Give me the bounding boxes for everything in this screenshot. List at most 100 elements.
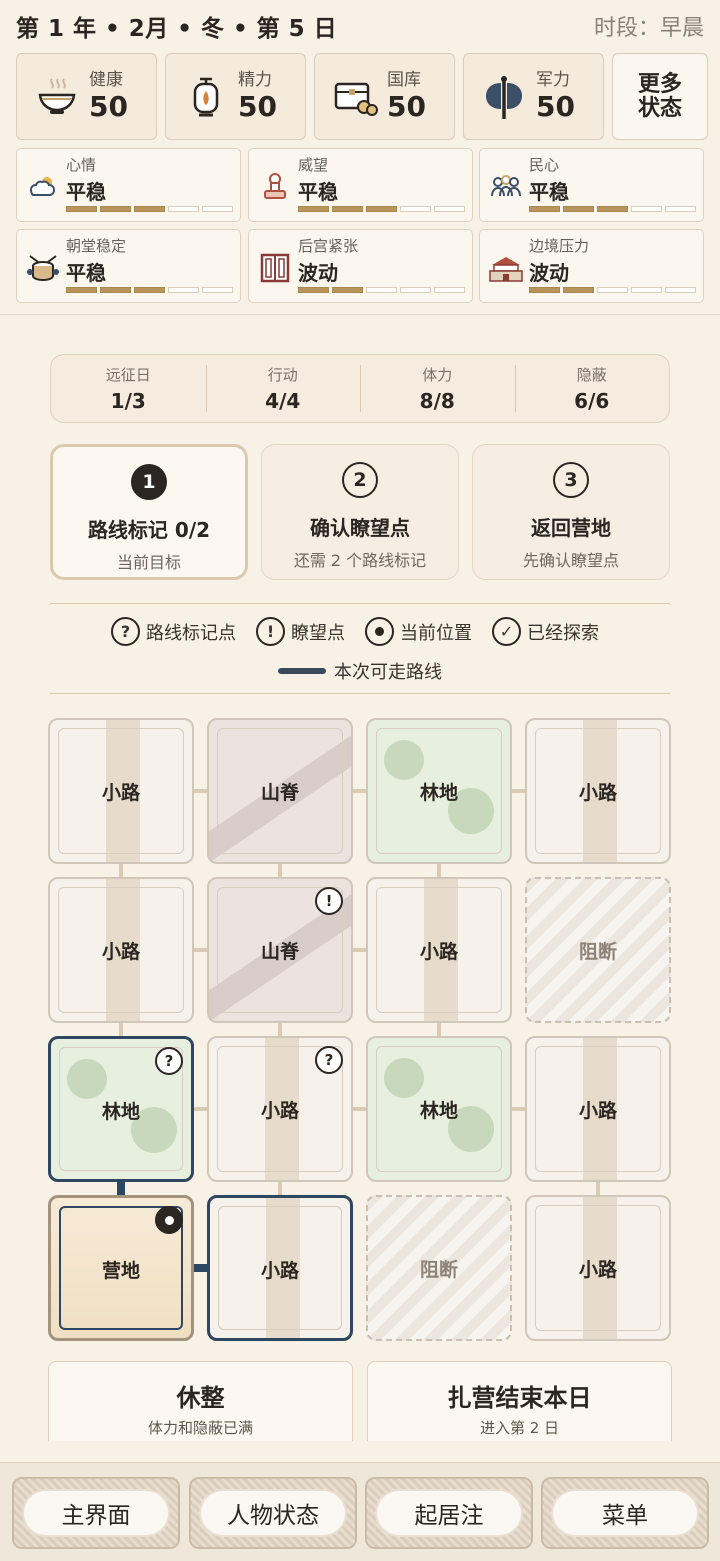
map-tile-blocked: 阻断: [525, 877, 671, 1023]
map-tile-road[interactable]: 小路: [525, 718, 671, 864]
expedition-status: 远征日 1/3 行动 4/4 体力 8/8 隐蔽 6/6: [50, 354, 670, 423]
map-tile-ridge[interactable]: 山脊!: [207, 877, 353, 1023]
legend-lookout: 瞭望点: [291, 622, 345, 644]
map-tile-forest[interactable]: 林地?: [48, 1036, 194, 1182]
status-value: 6/6: [574, 389, 610, 413]
map-legend: ? 路线标记点 ! 瞭望点 当前位置 ✓ 已经探索 本次可走路线: [50, 617, 670, 684]
objective-steps: 1 路线标记 0/2 当前目标 2 确认瞭望点 还需 2 个路线标记 3 返回营…: [50, 444, 670, 580]
drum-icon: [23, 248, 63, 288]
map-tile-road[interactable]: 小路?: [207, 1036, 353, 1182]
map-connector: [278, 1023, 282, 1036]
step-number: 1: [131, 464, 167, 500]
stat-energy[interactable]: 精力 50: [165, 53, 306, 140]
route-marker-icon: ?: [155, 1047, 183, 1075]
legend-divider-bottom: [50, 693, 670, 694]
mood-label: 威望: [298, 156, 329, 174]
mood-label: 朝堂稳定: [66, 237, 127, 255]
map-tile-road[interactable]: 小路: [48, 877, 194, 1023]
camp-end-day-button[interactable]: 扎营结束本日 进入第 2 日: [367, 1361, 672, 1441]
door-icon: [255, 248, 295, 288]
action-buttons: 休整 体力和隐蔽已满 扎营结束本日 进入第 2 日: [48, 1361, 672, 1441]
action-title: 扎营结束本日: [447, 1384, 592, 1412]
mood-level-bar: [298, 206, 465, 212]
mood-value: 波动: [529, 261, 569, 285]
current-position-icon: [155, 1206, 183, 1234]
stat-health[interactable]: 健康 50: [16, 53, 157, 140]
section-divider: [0, 314, 720, 315]
map-connector: [353, 1107, 366, 1111]
legend-path: 本次可走路线: [334, 662, 442, 683]
map-tile-road[interactable]: 小路: [525, 1036, 671, 1182]
map-tile-camp[interactable]: 营地: [48, 1195, 194, 1341]
more-status-label: 更多 状态: [637, 72, 682, 121]
stat-military[interactable]: 军力 50: [463, 53, 604, 140]
map-connector: [278, 864, 282, 877]
status-stamina: 体力 8/8: [360, 355, 515, 422]
tile-name: 林地: [419, 1100, 458, 1122]
stat-health-label: 健康: [89, 70, 123, 90]
mood-level-bar: [298, 287, 465, 293]
status-day: 远征日 1/3: [51, 355, 206, 422]
mood-label: 民心: [529, 156, 560, 174]
tile-name: 林地: [101, 1101, 140, 1123]
more-status-button[interactable]: 更多 状态: [612, 53, 708, 140]
mood-card-border[interactable]: 边境压力 波动: [479, 229, 704, 303]
map-tile-road[interactable]: 小路: [366, 877, 512, 1023]
top-bar: 第 1 年 • 2月 • 冬 • 第 5 日 时段：早晨: [0, 0, 720, 52]
map-tile-forest[interactable]: 林地: [366, 718, 512, 864]
time-period: 时段：早晨: [593, 16, 704, 41]
step-return-camp[interactable]: 3 返回营地 先确认瞭望点: [472, 444, 670, 580]
nav-label: 菜单: [553, 1491, 697, 1535]
question-mark-icon: ?: [111, 617, 140, 646]
battle-axe-icon: [478, 71, 530, 123]
nav-character-button[interactable]: 人物状态: [189, 1477, 357, 1549]
mood-card-prestige[interactable]: 威望 平稳: [248, 148, 473, 222]
step-route-marks[interactable]: 1 路线标记 0/2 当前目标: [50, 444, 248, 580]
exclamation-icon: !: [256, 617, 285, 646]
map-tile-road[interactable]: 小路: [207, 1195, 353, 1341]
map-tile-road[interactable]: 小路: [525, 1195, 671, 1341]
status-label: 远征日: [105, 366, 151, 384]
mood-card-people[interactable]: 民心 平稳: [479, 148, 704, 222]
weather-icon: [23, 167, 63, 207]
mood-card-harem[interactable]: 后宫紧张 波动: [248, 229, 473, 303]
mood-value: 平稳: [66, 180, 106, 204]
nav-journal-button[interactable]: 起居注: [365, 1477, 533, 1549]
map-tile-road[interactable]: 小路: [48, 718, 194, 864]
tile-name: 阻断: [578, 941, 617, 963]
map-connector: [353, 948, 366, 952]
map-tile-forest[interactable]: 林地: [366, 1036, 512, 1182]
expedition-map: 小路 山脊 林地 小路 小路 山脊! 小路 阻断 林地? 小路? 林地 小路 营…: [48, 718, 672, 1342]
game-date: 第 1 年 • 2月 • 冬 • 第 5 日: [16, 16, 338, 42]
map-connector: [194, 789, 207, 793]
mood-card-heart[interactable]: 心情 平稳: [16, 148, 241, 222]
map-tile-ridge[interactable]: 山脊: [207, 718, 353, 864]
mood-card-court[interactable]: 朝堂稳定 平稳: [16, 229, 241, 303]
step-confirm-lookout[interactable]: 2 确认瞭望点 还需 2 个路线标记: [261, 444, 459, 580]
tile-name: 阻断: [419, 1259, 458, 1281]
seal-stamp-icon: [255, 167, 295, 207]
status-label: 隐蔽: [576, 366, 607, 384]
lantern-icon: [180, 71, 232, 123]
map-connector: [596, 1182, 600, 1195]
map-connector: [437, 1023, 441, 1036]
tile-name: 小路: [101, 941, 140, 963]
legend-divider-top: [50, 603, 670, 604]
rest-button[interactable]: 休整 体力和隐蔽已满: [48, 1361, 353, 1441]
map-path-active: [194, 1264, 207, 1272]
status-actions: 行动 4/4: [205, 355, 361, 422]
status-value: 4/4: [265, 389, 301, 413]
nav-main-button[interactable]: 主界面: [12, 1477, 180, 1549]
tile-name: 小路: [578, 782, 617, 804]
tile-name: 林地: [419, 782, 458, 804]
stat-military-value: 50: [536, 90, 575, 123]
mood-label: 后宫紧张: [298, 237, 359, 255]
nav-label: 主界面: [24, 1491, 168, 1535]
step-desc: 先确认瞭望点: [522, 551, 619, 570]
nav-menu-button[interactable]: 菜单: [541, 1477, 709, 1549]
map-connector: [512, 1107, 525, 1111]
legend-current: 当前位置: [400, 622, 472, 644]
map-connector: [119, 864, 123, 877]
stat-treasury[interactable]: 国库 50: [314, 53, 455, 140]
people-icon: [486, 167, 526, 207]
